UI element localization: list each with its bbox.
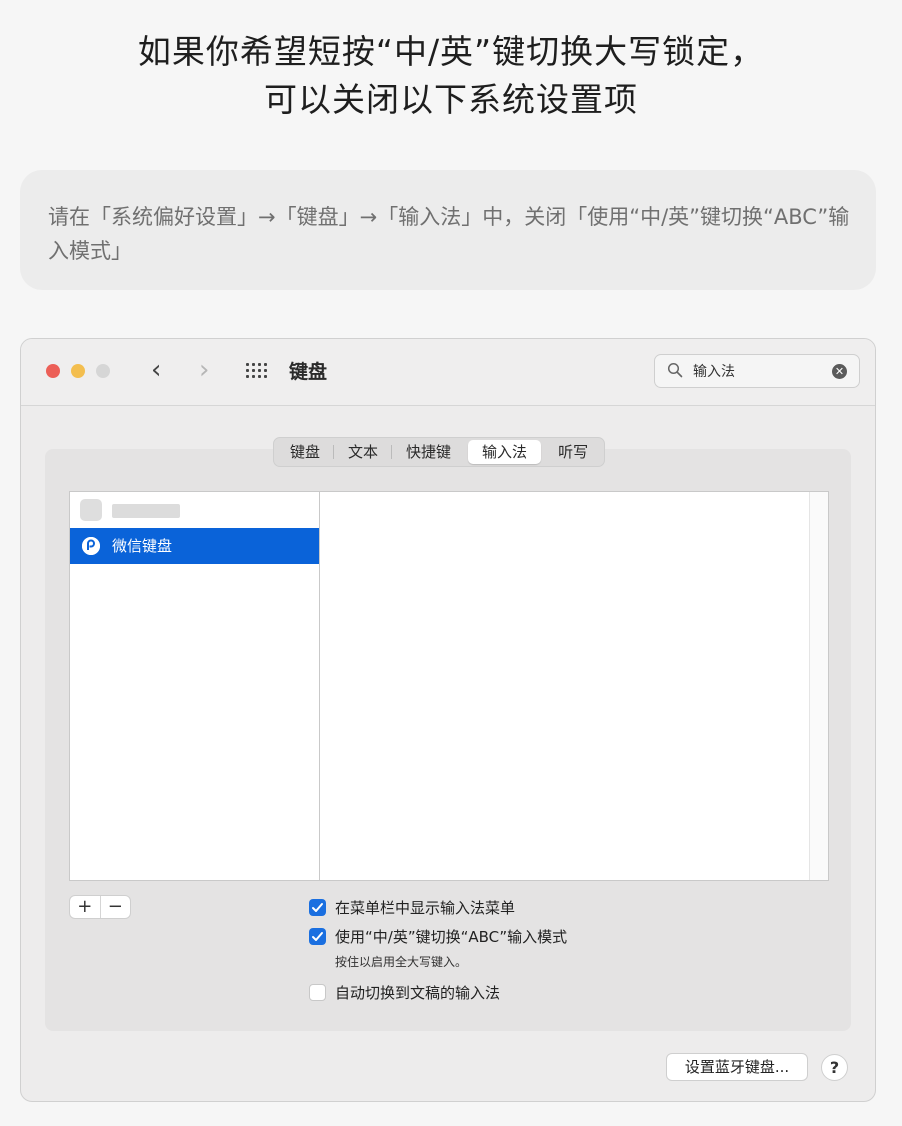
zoom-window-button[interactable]	[96, 364, 110, 378]
option-shift-key-switch[interactable]: 使用“中/英”键切换“ABC”输入模式	[309, 925, 567, 947]
help-button[interactable]: ?	[821, 1054, 848, 1081]
input-source-label-placeholder	[112, 504, 180, 518]
auto-switch-checkbox[interactable]	[309, 983, 326, 1001]
search-input[interactable]	[693, 360, 823, 382]
shift-key-switch-checkbox[interactable]	[309, 927, 326, 945]
caps-hint-text: 按住以启用全大写键入。	[335, 955, 468, 969]
setup-bluetooth-keyboard-button[interactable]: 设置蓝牙键盘...	[666, 1053, 808, 1081]
remove-input-source-button[interactable]: −	[101, 896, 131, 918]
headline-line-2: 可以关闭以下系统设置项	[264, 80, 638, 119]
preferences-window: ‹ › 键盘 ✕ 键盘 文本 快捷键 输入法 听写	[20, 338, 876, 1102]
option-auto-switch[interactable]: 自动切换到文稿的输入法	[309, 981, 500, 1003]
clear-search-icon[interactable]: ✕	[832, 364, 847, 379]
show-all-grid-icon[interactable]	[246, 363, 268, 379]
close-window-button[interactable]	[46, 364, 60, 378]
list-item-wechat-keyboard[interactable]: 微信键盘	[70, 528, 319, 564]
forward-chevron-icon[interactable]: ›	[199, 355, 209, 385]
show-menu-checkbox[interactable]	[309, 898, 326, 916]
search-icon	[667, 362, 683, 378]
wechat-keyboard-icon	[82, 537, 100, 555]
tab-keyboard[interactable]: 键盘	[276, 440, 335, 464]
instruction-text: 请在「系统偏好设置」→「键盘」→「输入法」中，关闭「使用“中/英”键切换“ABC…	[48, 205, 850, 263]
search-field[interactable]: ✕	[654, 354, 860, 388]
option-show-menu[interactable]: 在菜单栏中显示输入法菜单	[309, 896, 515, 918]
add-input-source-button[interactable]: +	[70, 896, 101, 918]
list-item-label: 微信键盘	[112, 537, 173, 555]
back-chevron-icon[interactable]: ‹	[151, 355, 161, 385]
tab-dictation[interactable]: 听写	[544, 440, 602, 464]
input-source-icon	[80, 499, 102, 521]
auto-switch-label: 自动切换到文稿的输入法	[335, 983, 501, 1002]
tab-shortcuts[interactable]: 快捷键	[392, 440, 465, 464]
input-source-detail	[319, 491, 829, 881]
input-source-list: 微信键盘	[69, 491, 319, 881]
tab-input-sources[interactable]: 输入法	[468, 440, 542, 464]
headline: 如果你希望短按“中/英”键切换大写锁定， 可以关闭以下系统设置项	[0, 28, 902, 124]
headline-line-1: 如果你希望短按“中/英”键切换大写锁定，	[137, 32, 765, 71]
shift-key-switch-label: 使用“中/英”键切换“ABC”输入模式	[335, 927, 568, 946]
instruction-card: 请在「系统偏好设置」→「键盘」→「输入法」中，关闭「使用“中/英”键切换“ABC…	[20, 170, 876, 290]
list-item-placeholder[interactable]	[70, 492, 319, 528]
tab-bar: 键盘 文本 快捷键 输入法 听写	[273, 437, 606, 467]
show-menu-label: 在菜单栏中显示输入法菜单	[335, 898, 516, 917]
window-title: 键盘	[289, 361, 328, 383]
add-remove-control: + −	[69, 895, 131, 919]
tab-text[interactable]: 文本	[334, 440, 393, 464]
minimize-window-button[interactable]	[71, 364, 85, 378]
title-bar: ‹ › 键盘 ✕	[21, 339, 875, 406]
scrollbar[interactable]	[809, 492, 828, 880]
